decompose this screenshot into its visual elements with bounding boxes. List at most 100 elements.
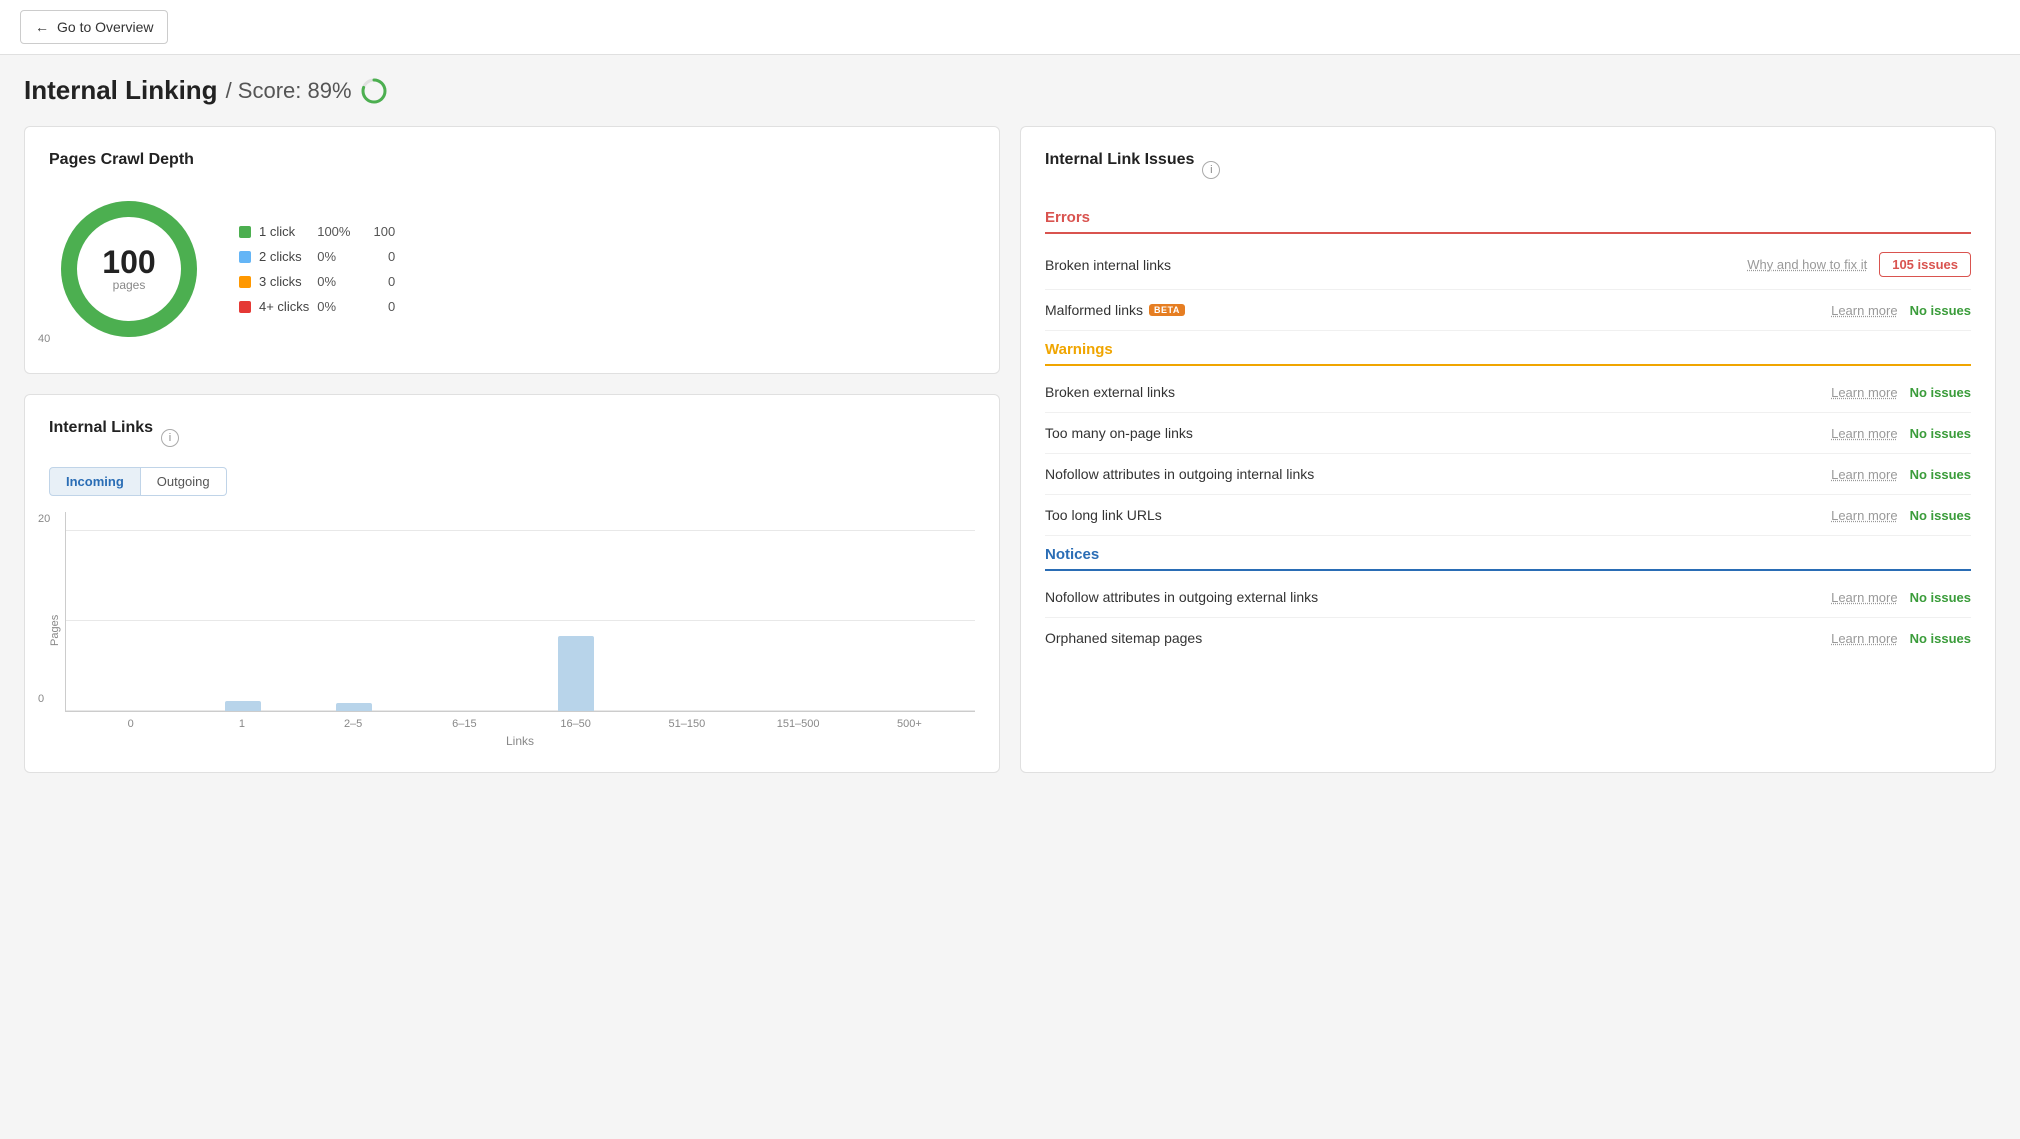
bar [336, 703, 372, 711]
legend-color [239, 251, 251, 263]
x-label: 1 [186, 718, 297, 730]
bars-row [66, 512, 975, 711]
legend-label: 4+ clicks [259, 299, 309, 314]
legend-label: 1 click [259, 224, 309, 239]
issue-name: Broken external links [1045, 384, 1819, 400]
why-fix-link[interactable]: Why and how to fix it [1747, 257, 1867, 272]
learn-more-link[interactable]: Learn more [1831, 385, 1897, 400]
no-issues-label: No issues [1910, 303, 1971, 318]
learn-more-link[interactable]: Learn more [1831, 467, 1897, 482]
x-label: 500+ [854, 718, 965, 730]
legend-val: 0 [365, 274, 395, 289]
issue-row: Too long link URLs Learn more No issues [1045, 495, 1971, 536]
crawl-depth-card: Pages Crawl Depth 100 pages [24, 126, 1000, 374]
legend-pct: 100% [317, 224, 357, 239]
learn-more-link[interactable]: Learn more [1831, 590, 1897, 605]
x-label: 16–50 [520, 718, 631, 730]
x-label: 6–15 [409, 718, 520, 730]
issue-row: Orphaned sitemap pages Learn more No issue… [1045, 618, 1971, 658]
y-axis-label: Pages [49, 512, 61, 748]
legend-item: 1 click 100% 100 [239, 224, 395, 239]
issue-row: Broken external links Learn more No issues [1045, 372, 1971, 413]
x-axis-title: Links [65, 734, 975, 748]
issue-name: Too many on-page links [1045, 425, 1819, 441]
donut-chart: 100 pages [49, 189, 209, 349]
internal-links-tabs: IncomingOutgoing [49, 467, 975, 496]
go-overview-button[interactable]: ← Go to Overview [20, 10, 168, 44]
issues-container: Errors Broken internal links Why and how t… [1045, 199, 1971, 658]
issues-card-title: Internal Link Issues [1045, 151, 1194, 169]
legend-val: 0 [365, 249, 395, 264]
x-label: 51–150 [631, 718, 742, 730]
legend-color [239, 276, 251, 288]
issue-row: Broken internal links Why and how to fix … [1045, 240, 1971, 290]
section-header-warnings: Warnings [1045, 331, 1971, 366]
legend-item: 3 clicks 0% 0 [239, 274, 395, 289]
no-issues-label: No issues [1910, 467, 1971, 482]
issue-name: Nofollow attributes in outgoing external… [1045, 589, 1819, 605]
legend-pct: 0% [317, 299, 357, 314]
learn-more-link[interactable]: Learn more [1831, 631, 1897, 646]
bar-group [521, 636, 632, 711]
x-label: 2–5 [298, 718, 409, 730]
no-issues-label: No issues [1910, 590, 1971, 605]
x-label: 151–500 [743, 718, 854, 730]
issue-row: Nofollow attributes in outgoing external… [1045, 577, 1971, 618]
issues-button[interactable]: 105 issues [1879, 252, 1971, 277]
legend-color [239, 301, 251, 313]
legend-pct: 0% [317, 274, 357, 289]
internal-links-info-icon[interactable]: i [161, 429, 179, 447]
bar-chart: Pages 40200 012–56–1516–5051–150151–5005… [49, 512, 975, 748]
internal-links-card: Internal Links i IncomingOutgoing Pages … [24, 394, 1000, 773]
x-label: 0 [75, 718, 186, 730]
issue-row: Too many on-page links Learn more No issue… [1045, 413, 1971, 454]
legend-val: 100 [365, 224, 395, 239]
score-label: / Score: 89% [226, 78, 352, 104]
no-issues-label: No issues [1910, 426, 1971, 441]
legend-pct: 0% [317, 249, 357, 264]
legend-val: 0 [365, 299, 395, 314]
x-labels: 012–56–1516–5051–150151–500500+ [65, 712, 975, 730]
arrow-left-icon: ← [35, 19, 49, 35]
bar [225, 701, 261, 711]
section-header-errors: Errors [1045, 199, 1971, 234]
page-title: Internal Linking [24, 75, 218, 106]
crawl-depth-legend: 1 click 100% 100 2 clicks 0% 0 3 clicks … [239, 224, 395, 314]
bar-group [187, 701, 298, 711]
donut-sub: pages [102, 278, 155, 292]
legend-color [239, 226, 251, 238]
donut-number: 100 [102, 246, 155, 278]
issue-row: Malformed linksBETALearn moreNo issues [1045, 290, 1971, 331]
bar-group [298, 703, 409, 711]
crawl-depth-title: Pages Crawl Depth [49, 151, 975, 169]
issue-name: Too long link URLs [1045, 507, 1819, 523]
no-issues-label: No issues [1910, 631, 1971, 646]
go-overview-label: Go to Overview [57, 19, 153, 35]
issues-info-icon[interactable]: i [1202, 161, 1220, 179]
internal-link-issues-card: Internal Link Issues i Errors Broken inte… [1020, 126, 1996, 773]
legend-label: 3 clicks [259, 274, 309, 289]
chart-grid: 40200 [65, 512, 975, 712]
legend-item: 2 clicks 0% 0 [239, 249, 395, 264]
learn-more-link[interactable]: Learn more [1831, 303, 1897, 318]
grid-label: 0 [38, 693, 44, 705]
bar [558, 636, 594, 711]
score-circle-icon [360, 77, 388, 105]
no-issues-label: No issues [1910, 385, 1971, 400]
tab-outgoing[interactable]: Outgoing [141, 467, 227, 496]
issue-name: Nofollow attributes in outgoing internal… [1045, 466, 1819, 482]
no-issues-label: No issues [1910, 508, 1971, 523]
section-header-notices: Notices [1045, 536, 1971, 571]
learn-more-link[interactable]: Learn more [1831, 426, 1897, 441]
learn-more-link[interactable]: Learn more [1831, 508, 1897, 523]
grid-label: 40 [38, 333, 50, 345]
issue-row: Nofollow attributes in outgoing internal… [1045, 454, 1971, 495]
internal-links-title: Internal Links [49, 419, 153, 437]
beta-badge: BETA [1149, 304, 1185, 316]
legend-label: 2 clicks [259, 249, 309, 264]
grid-label: 20 [38, 513, 50, 525]
issue-name: Orphaned sitemap pages [1045, 630, 1819, 646]
legend-item: 4+ clicks 0% 0 [239, 299, 395, 314]
issue-name: Broken internal links [1045, 257, 1735, 273]
tab-incoming[interactable]: Incoming [49, 467, 141, 496]
